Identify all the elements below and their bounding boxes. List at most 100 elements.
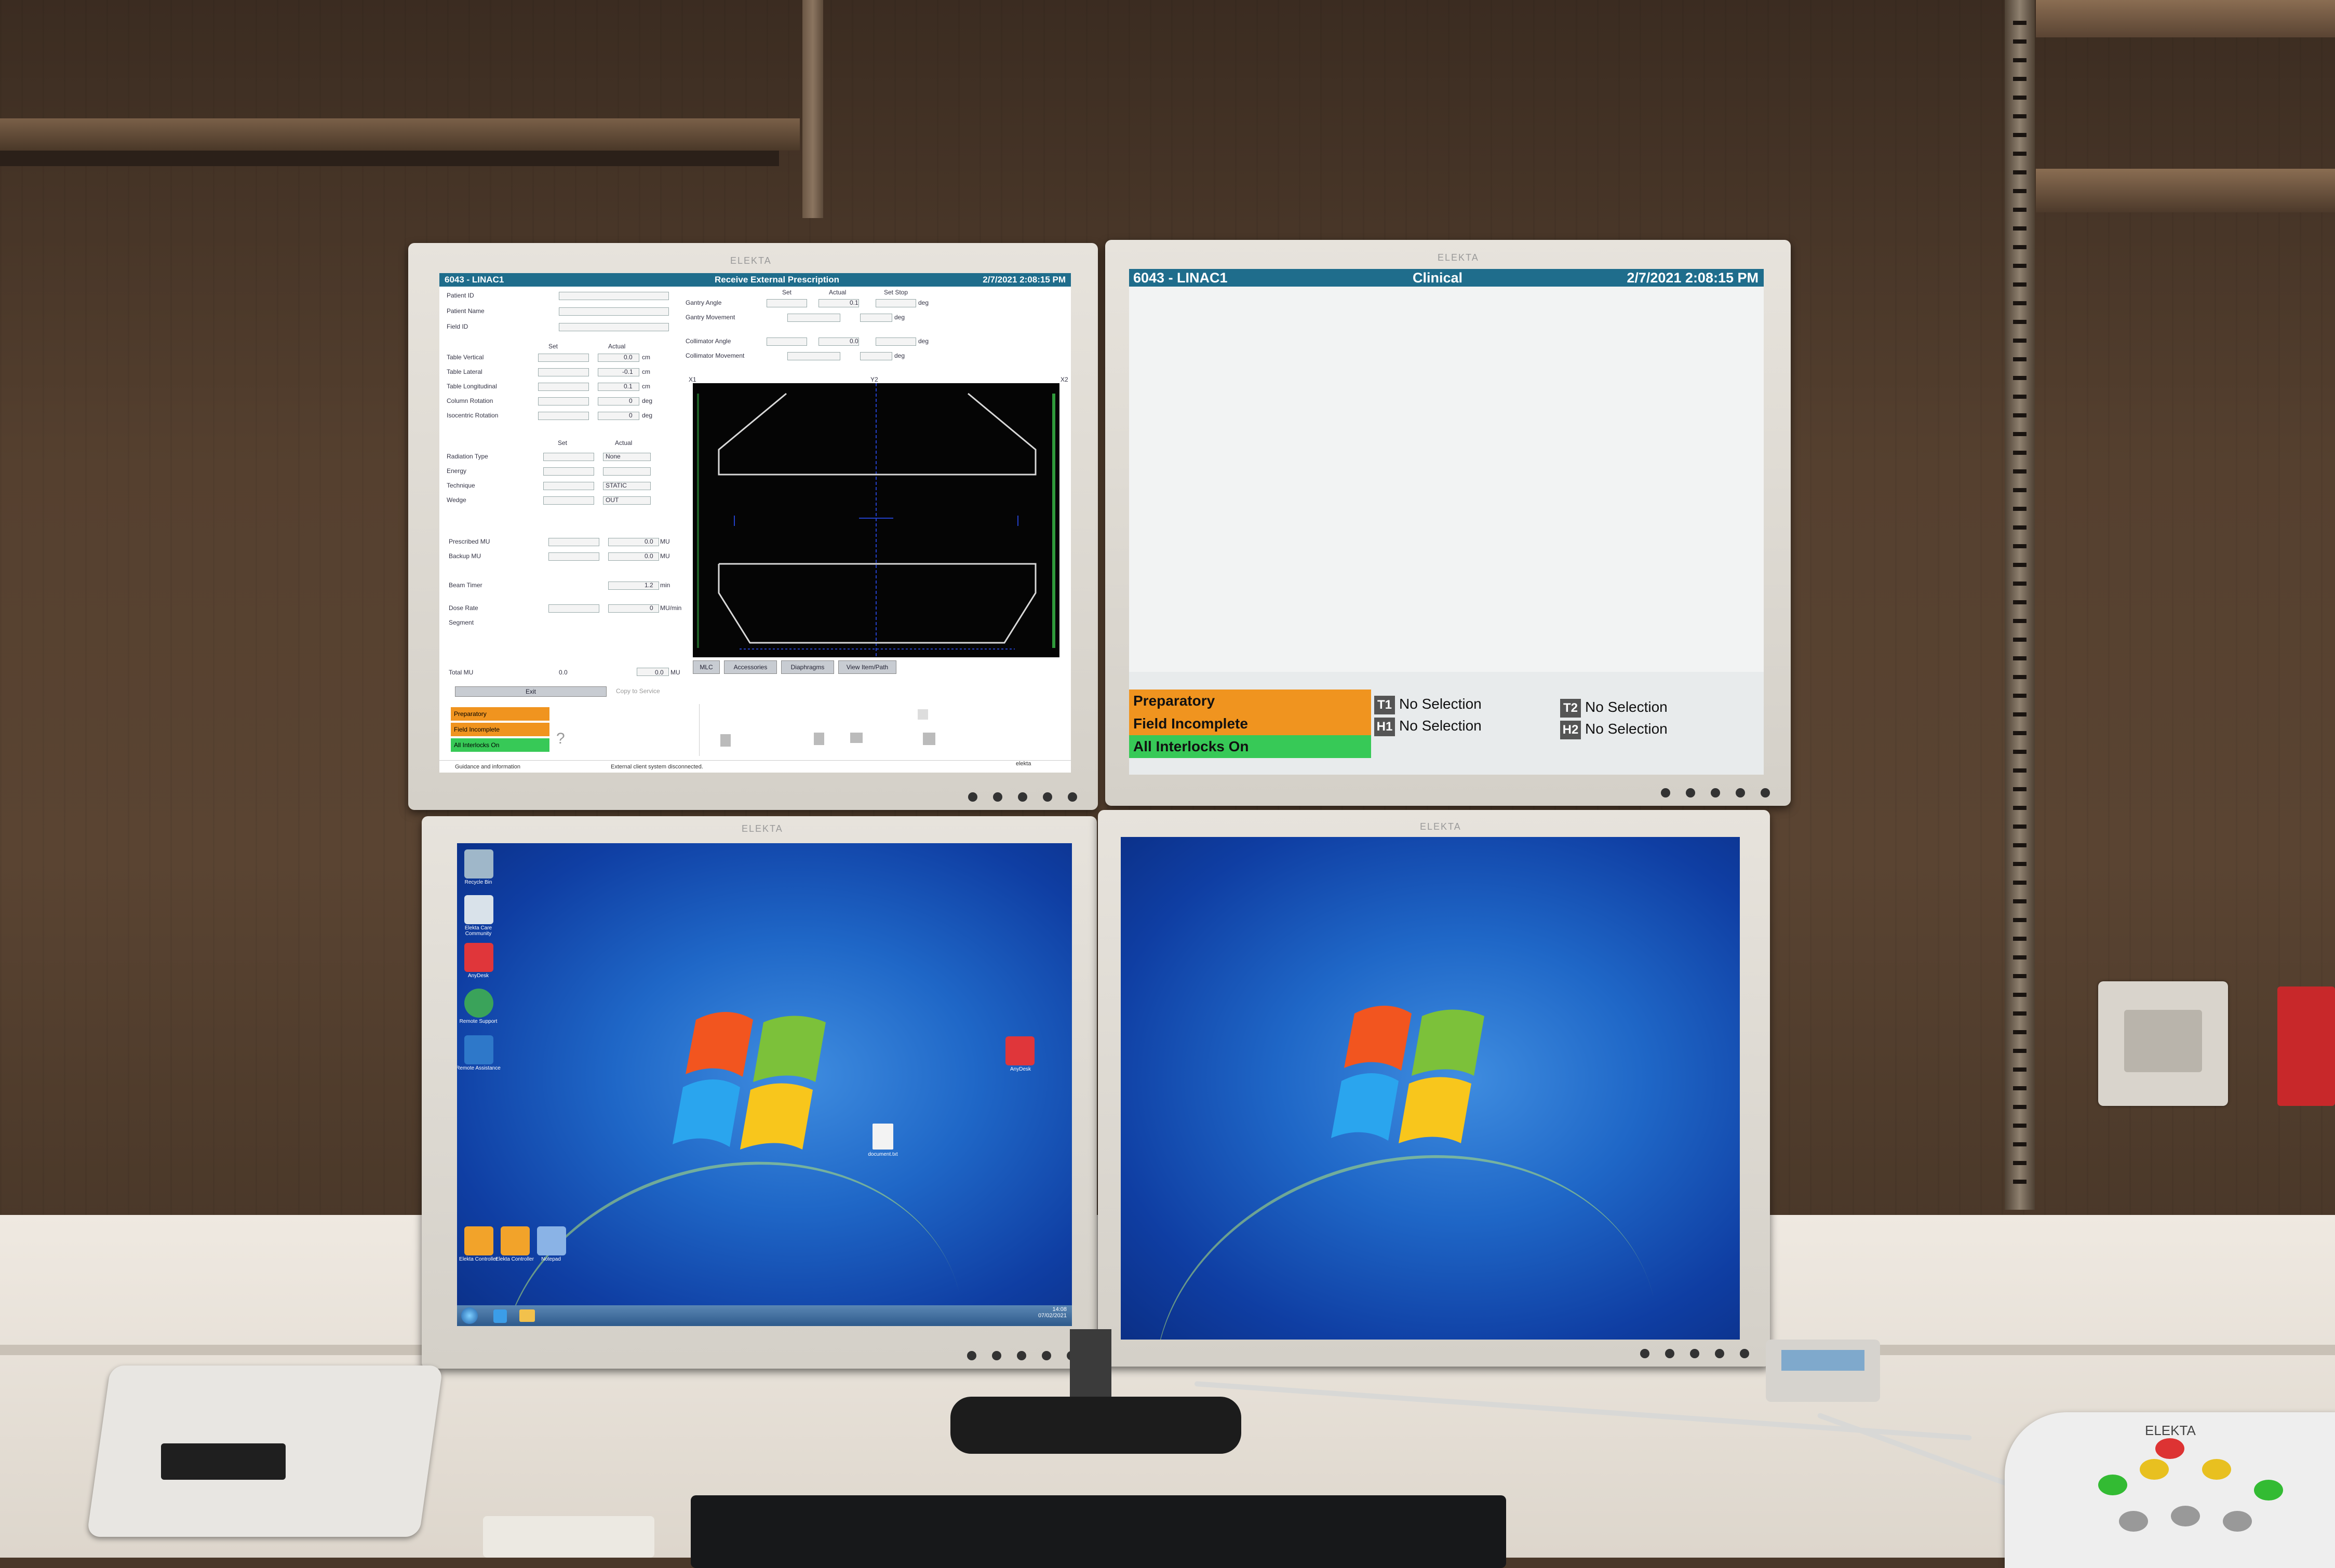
beam-set-box[interactable]	[543, 467, 594, 476]
selection-t1[interactable]: T1 No Selection	[1374, 693, 1482, 715]
ie-icon[interactable]	[493, 1309, 507, 1323]
table-set-box[interactable]	[538, 354, 589, 362]
gantry-stop-box[interactable]	[876, 299, 916, 307]
selection-h1[interactable]: H1 No Selection	[1374, 714, 1482, 737]
beam-set-box[interactable]	[543, 496, 594, 505]
tab-mlc[interactable]: MLC	[693, 660, 720, 674]
tab-accessories[interactable]: Accessories	[724, 660, 777, 674]
keyboard[interactable]	[691, 1495, 1506, 1568]
start-button-icon[interactable]	[461, 1307, 478, 1324]
table-set-box[interactable]	[538, 412, 589, 420]
elekta-controller-icon[interactable]	[464, 1226, 493, 1255]
collimator-unit: deg	[918, 337, 929, 345]
tab-view-item-path[interactable]: View Item/Path	[838, 660, 896, 674]
field-id-field[interactable]	[559, 323, 669, 331]
collimator-outline	[697, 383, 1055, 657]
document-icon[interactable]	[873, 1124, 893, 1150]
mu-set-box[interactable]	[548, 552, 599, 561]
notepad-icon[interactable]	[537, 1226, 566, 1255]
desktop-icon-label: Elekta Care Community	[464, 925, 492, 937]
remote-assistance-icon[interactable]	[464, 1035, 493, 1064]
patient-icon[interactable]	[720, 734, 731, 747]
elekta-care-icon[interactable]	[464, 895, 493, 924]
collimator-set-box[interactable]	[767, 337, 807, 346]
gantry-row-label: Gantry Movement	[686, 314, 735, 321]
selection-tag: T2	[1560, 698, 1581, 718]
chart-icon[interactable]	[918, 709, 928, 720]
right-shelf-top	[2036, 0, 2335, 37]
table-set-box[interactable]	[538, 368, 589, 376]
mu-row-label: Backup MU	[449, 552, 481, 560]
remote-red-button[interactable]	[2155, 1438, 2184, 1459]
total-mu-unit: MU	[670, 669, 680, 676]
table-actual-value: 0	[629, 397, 633, 404]
monitor-buttons	[968, 792, 1077, 802]
mu-row-label: Prescribed MU	[449, 538, 490, 545]
remote-green-button[interactable]	[2254, 1480, 2283, 1501]
intercom-display	[1781, 1350, 1864, 1371]
mu-actual-value: 0.0	[645, 552, 653, 560]
monitor-bottom-left: ELEKTA Recycle Bin Elekta Care Community…	[422, 816, 1097, 1369]
table-unit: cm	[642, 354, 650, 361]
gantry-set-box[interactable]	[767, 299, 807, 307]
selection-text: No Selection	[1399, 718, 1482, 734]
collimator-set-box[interactable]	[787, 352, 840, 360]
remote-green-button[interactable]	[2098, 1475, 2127, 1495]
help-icon[interactable]: ?	[556, 730, 565, 748]
beam-set-box[interactable]	[543, 453, 594, 461]
selection-t2[interactable]: T2 No Selection	[1560, 696, 1668, 719]
mu-set-box[interactable]	[548, 604, 599, 613]
status-preparatory: Preparatory	[451, 707, 549, 721]
patient-id-field[interactable]	[559, 292, 669, 300]
mu-row-label: Segment	[449, 619, 474, 626]
windows-logo-icon	[673, 1012, 826, 1150]
remote-grey-button[interactable]	[2223, 1511, 2252, 1532]
clock-time: 14:08	[1052, 1306, 1067, 1313]
remote-yellow-button[interactable]	[2140, 1459, 2169, 1480]
recycle-bin-icon[interactable]	[464, 849, 493, 878]
status-interlocks: All Interlocks On	[451, 738, 549, 752]
table-set-box[interactable]	[538, 397, 589, 405]
bev-label-x2: X2	[1061, 376, 1068, 383]
gantry-actual-header: Actual	[829, 289, 847, 296]
gantry-row-label: Gantry Angle	[686, 299, 722, 306]
gantry-actual-box	[860, 314, 892, 322]
remote-grey-button[interactable]	[2171, 1506, 2200, 1526]
elekta-controller-icon[interactable]	[501, 1226, 530, 1255]
toolbar-icons	[699, 704, 935, 756]
taskbar-clock[interactable]: 14:08 07/02/2021	[1038, 1306, 1067, 1319]
tab-diaphragms[interactable]: Diaphragms	[781, 660, 834, 674]
wall-rail-left	[802, 0, 823, 218]
exit-button[interactable]: Exit	[455, 686, 607, 697]
explorer-icon[interactable]	[519, 1309, 535, 1322]
table-actual-box	[598, 397, 639, 405]
mu-set-box[interactable]	[548, 538, 599, 546]
collimator-actual-box	[860, 352, 892, 360]
gantry-unit: deg	[894, 314, 905, 321]
arrow-icon[interactable]	[923, 733, 935, 745]
network-socket-port	[2124, 1010, 2202, 1072]
anydesk-icon[interactable]	[1005, 1036, 1035, 1065]
anydesk-icon[interactable]	[464, 943, 493, 972]
copy-to-service-button[interactable]: Copy to Service	[616, 687, 660, 695]
table-icon[interactable]	[814, 733, 824, 745]
beam-row-label: Wedge	[447, 496, 466, 504]
beam-set-box[interactable]	[543, 482, 594, 490]
mu-row-label: Beam Timer	[449, 582, 482, 589]
table-actual-header: Actual	[608, 343, 626, 350]
collimator-stop-box[interactable]	[876, 337, 916, 346]
patient-name-field[interactable]	[559, 307, 669, 316]
remote-yellow-button[interactable]	[2202, 1459, 2231, 1480]
desktop-icon-label: AnyDesk	[467, 973, 489, 979]
gantry-icon[interactable]	[850, 733, 863, 743]
phone-display	[161, 1443, 286, 1480]
table-actual-value: 0	[629, 412, 633, 419]
table-set-box[interactable]	[538, 383, 589, 391]
remote-grey-button[interactable]	[2119, 1511, 2148, 1532]
treatment-console-screen: 6043 - LINAC1 Receive External Prescript…	[439, 273, 1071, 773]
beams-eye-view-display	[693, 383, 1059, 657]
table-row-label: Table Vertical	[447, 354, 484, 361]
remote-support-icon[interactable]	[464, 989, 493, 1018]
gantry-set-box[interactable]	[787, 314, 840, 322]
selection-h2[interactable]: H2 No Selection	[1560, 718, 1668, 740]
